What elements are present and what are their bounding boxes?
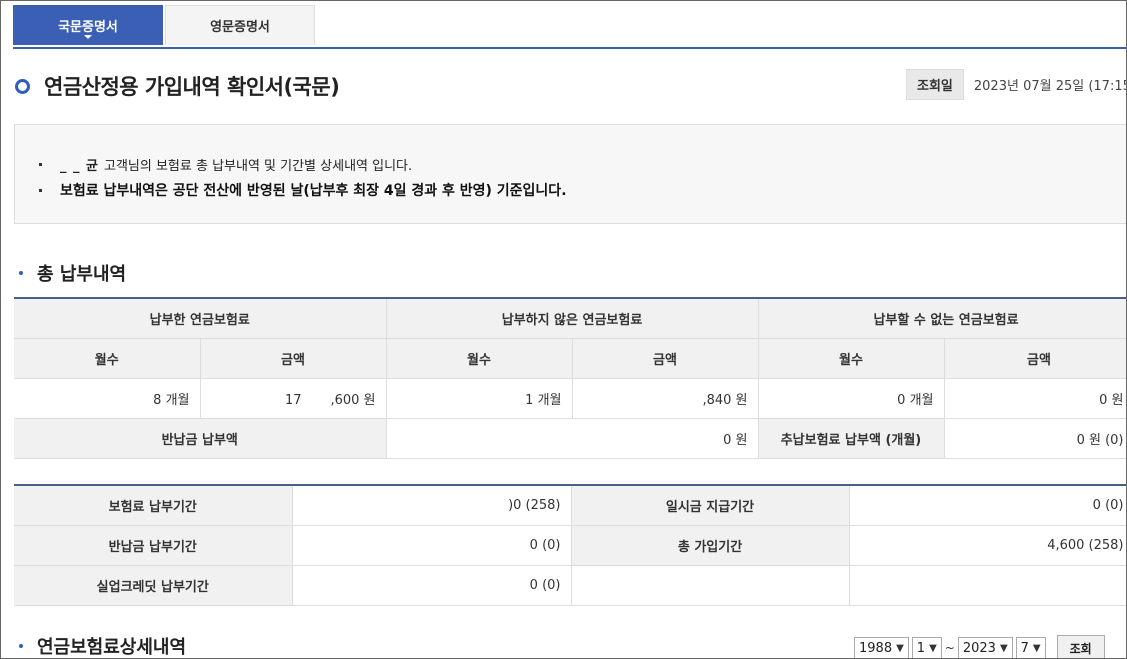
empty-cell [849, 565, 1127, 605]
query-date-label: 조회일 [906, 69, 964, 100]
tab-label: 영문증명서 [210, 16, 270, 35]
to-month-select[interactable]: 7 ▼ [1016, 637, 1046, 659]
group-header-unpayable: 납부할 수 없는 연금보험료 [758, 298, 1127, 338]
table-row: 반납금 납부액 0 원 추납보험료 납부액 (개월) 0 원 (0) [14, 418, 1127, 458]
info-line-notice: 보험료 납부내역은 공단 전산에 반영된 날(납부후 최장 4일 경과 후 반영… [39, 180, 567, 200]
payment-period-table: 보험료 납부기간 )0 (258) 일시금 지급기간 0 (0) 반납금 납부기… [14, 484, 1127, 606]
unpaid-months: 1 개월 [386, 378, 572, 418]
group-header-paid: 납부한 연금보험료 [14, 298, 386, 338]
table-sub-header-row: 월수 금액 월수 금액 월수 금액 [14, 338, 1127, 378]
unpayable-months: 0 개월 [758, 378, 944, 418]
page-header: 연금산정용 가입내역 확인서(국문) [15, 71, 339, 101]
table-row: 8 개월 17 ,600 원 1 개월 ,840 원 0 개월 0 원 [14, 378, 1127, 418]
table-group-header-row: 납부한 연금보험료 납부하지 않은 연금보험료 납부할 수 없는 연금보험료 [14, 298, 1127, 338]
page-title: 연금산정용 가입내역 확인서(국문) [44, 71, 339, 101]
sub-header-months: 월수 [758, 338, 944, 378]
sub-header-months: 월수 [386, 338, 572, 378]
period-controls: 1988 ▼ 1 ▼ ~ 2023 ▼ 7 ▼ 조회 [854, 635, 1105, 659]
group-header-unpaid: 납부하지 않은 연금보험료 [386, 298, 758, 338]
tab-label: 국문증명서 [58, 16, 118, 35]
info-box: _ _ 균 고객님의 보험료 총 납부내역 및 기간별 상세내역 입니다. 보험… [14, 124, 1127, 224]
query-date: 조회일 2023년 07월 25일 (17:15 [906, 69, 1127, 100]
premium-period-value: )0 (258) [292, 485, 571, 525]
select-value: 1 [917, 641, 925, 656]
refund-payment-value: 0 원 [386, 418, 758, 458]
table-row: 반납금 납부기간 0 (0) 총 가입기간 4,600 (258) [14, 525, 1127, 565]
total-period-value: 4,600 (258) [849, 525, 1127, 565]
certificate-tabs: 국문증명서 영문증명서 [13, 5, 315, 47]
sub-header-amount: 금액 [572, 338, 758, 378]
range-separator: ~ [945, 641, 955, 655]
empty-cell [571, 565, 849, 605]
caret-down-icon [84, 35, 92, 39]
total-payments-table: 납부한 연금보험료 납부하지 않은 연금보험료 납부할 수 없는 연금보험료 월… [14, 297, 1127, 459]
select-value: 7 [1021, 641, 1029, 656]
refund-period-label: 반납금 납부기간 [14, 525, 292, 565]
ring-bullet-icon [15, 79, 30, 94]
square-bullet-icon [39, 163, 42, 166]
section-total-payments: 총 납부내역 [19, 260, 126, 286]
info-line-summary: _ _ 균 고객님의 보험료 총 납부내역 및 기간별 상세내역 입니다. [39, 155, 412, 174]
to-year-select[interactable]: 2023 ▼ [958, 637, 1013, 659]
lump-sum-period-value: 0 (0) [849, 485, 1127, 525]
section-title: 총 납부내역 [37, 260, 126, 286]
section-title: 연금보험료상세내역 [37, 633, 186, 659]
unemployment-credit-period-value: 0 (0) [292, 565, 571, 605]
total-period-label: 총 가입기간 [571, 525, 849, 565]
query-date-value: 2023년 07월 25일 (17:15 [974, 75, 1127, 94]
paid-amount: 17 ,600 원 [200, 378, 386, 418]
certificate-frame: 국문증명서 영문증명서 연금산정용 가입내역 확인서(국문) 조회일 2023년… [0, 0, 1127, 659]
chevron-down-icon: ▼ [929, 643, 937, 654]
sub-header-months: 월수 [14, 338, 200, 378]
tab-korean-certificate[interactable]: 국문증명서 [13, 5, 163, 45]
unpaid-amount: ,840 원 [572, 378, 758, 418]
tab-underline [13, 47, 1126, 49]
customer-name: _ _ 균 [60, 155, 104, 174]
info-summary-text: 고객님의 보험료 총 납부내역 및 기간별 상세내역 입니다. [104, 155, 412, 174]
sub-header-amount: 금액 [944, 338, 1127, 378]
section-premium-details: 연금보험료상세내역 [19, 633, 186, 659]
table-row: 보험료 납부기간 )0 (258) 일시금 지급기간 0 (0) [14, 485, 1127, 525]
chevron-down-icon: ▼ [1033, 643, 1041, 654]
from-year-select[interactable]: 1988 ▼ [854, 637, 909, 659]
select-value: 2023 [963, 641, 996, 656]
premium-period-label: 보험료 납부기간 [14, 485, 292, 525]
dot-bullet-icon [19, 644, 23, 648]
lump-sum-period-label: 일시금 지급기간 [571, 485, 849, 525]
info-notice-text: 보험료 납부내역은 공단 전산에 반영된 날(납부후 최장 4일 경과 후 반영… [60, 180, 567, 200]
refund-period-value: 0 (0) [292, 525, 571, 565]
sub-header-amount: 금액 [200, 338, 386, 378]
from-month-select[interactable]: 1 ▼ [912, 637, 942, 659]
search-button[interactable]: 조회 [1057, 635, 1105, 659]
unpayable-amount: 0 원 [944, 378, 1127, 418]
dot-bullet-icon [19, 271, 23, 275]
chevron-down-icon: ▼ [1000, 643, 1008, 654]
additional-payment-label: 추납보험료 납부액 (개월) [758, 418, 944, 458]
table-row: 실업크레딧 납부기간 0 (0) [14, 565, 1127, 605]
refund-payment-label: 반납금 납부액 [14, 418, 386, 458]
tab-english-certificate[interactable]: 영문증명서 [165, 5, 315, 45]
additional-payment-value: 0 원 (0) [944, 418, 1127, 458]
select-value: 1988 [859, 641, 892, 656]
chevron-down-icon: ▼ [896, 643, 904, 654]
square-bullet-icon [39, 189, 42, 192]
unemployment-credit-period-label: 실업크레딧 납부기간 [14, 565, 292, 605]
paid-months: 8 개월 [14, 378, 200, 418]
